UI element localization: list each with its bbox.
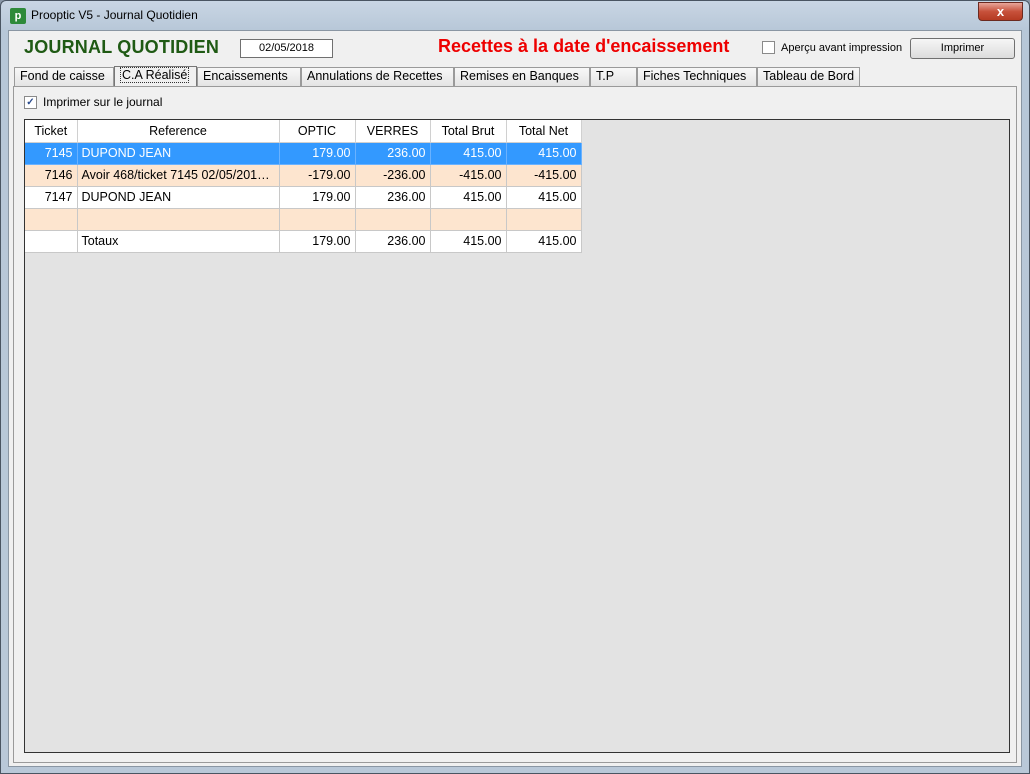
app-logo-icon: p xyxy=(10,8,26,24)
cell-ticket xyxy=(25,230,78,253)
tab-encaissements[interactable]: Encaissements xyxy=(197,67,301,86)
tab-panel: ✓ Imprimer sur le journal Ticket Referen… xyxy=(13,86,1017,763)
cell-total-net: 415.00 xyxy=(506,142,582,165)
app-window: p Prooptic V5 - Journal Quotidien x JOUR… xyxy=(0,0,1030,774)
cell-total-brut xyxy=(430,208,507,231)
recettes-heading: Recettes à la date d'encaissement xyxy=(438,36,730,56)
cell-verres: 236.00 xyxy=(355,186,431,209)
date-field[interactable]: 02/05/2018 xyxy=(240,39,333,58)
cell-total-net xyxy=(506,208,582,231)
title-bar[interactable]: p Prooptic V5 - Journal Quotidien x xyxy=(1,1,1029,30)
column-header-ticket[interactable]: Ticket xyxy=(25,120,78,143)
cell-optic xyxy=(279,208,356,231)
total-brut: 415.00 xyxy=(430,230,507,253)
total-verres: 236.00 xyxy=(355,230,431,253)
cell-reference: DUPOND JEAN xyxy=(77,186,280,209)
totals-row: Totaux 179.00 236.00 415.00 415.00 xyxy=(25,230,582,253)
tab-bar: Fond de caisse C.A Réalisé Encaissements… xyxy=(14,66,860,86)
journal-title: JOURNAL QUOTIDIEN xyxy=(24,37,220,57)
cell-optic: -179.00 xyxy=(279,164,356,187)
tab-fond-de-caisse[interactable]: Fond de caisse xyxy=(14,67,114,86)
table-row[interactable]: 7146 Avoir 468/ticket 7145 02/05/201… -1… xyxy=(25,164,582,187)
table-header-row: Ticket Reference OPTIC VERRES Total Brut… xyxy=(25,120,582,143)
cell-reference: DUPOND JEAN xyxy=(77,142,280,165)
cell-ticket: 7147 xyxy=(25,186,78,209)
totals-label: Totaux xyxy=(77,230,280,253)
cell-total-brut: -415.00 xyxy=(430,164,507,187)
table-row[interactable]: 7147 DUPOND JEAN 179.00 236.00 415.00 41… xyxy=(25,186,582,209)
column-header-verres[interactable]: VERRES xyxy=(355,120,431,143)
cell-total-brut: 415.00 xyxy=(430,142,507,165)
column-header-optic[interactable]: OPTIC xyxy=(279,120,356,143)
tab-tableau-de-bord[interactable]: Tableau de Bord xyxy=(757,67,860,86)
apercu-checkbox-box[interactable] xyxy=(762,41,775,54)
data-grid[interactable]: Ticket Reference OPTIC VERRES Total Brut… xyxy=(24,119,1010,753)
tab-ca-realise[interactable]: C.A Réalisé xyxy=(114,66,197,86)
column-header-total-net[interactable]: Total Net xyxy=(506,120,582,143)
tab-tp[interactable]: T.P xyxy=(590,67,637,86)
apercu-checkbox[interactable]: Aperçu avant impression xyxy=(762,41,902,54)
ca-table: Ticket Reference OPTIC VERRES Total Brut… xyxy=(25,120,582,253)
total-optic: 179.00 xyxy=(279,230,356,253)
table-row[interactable] xyxy=(25,208,582,231)
cell-total-brut: 415.00 xyxy=(430,186,507,209)
total-net: 415.00 xyxy=(506,230,582,253)
cell-optic: 179.00 xyxy=(279,186,356,209)
close-button[interactable]: x xyxy=(978,2,1023,21)
print-journal-label: Imprimer sur le journal xyxy=(43,95,163,109)
cell-reference xyxy=(77,208,280,231)
table-row[interactable]: 7145 DUPOND JEAN 179.00 236.00 415.00 41… xyxy=(25,142,582,165)
cell-total-net: 415.00 xyxy=(506,186,582,209)
client-area: JOURNAL QUOTIDIEN 02/05/2018 Recettes à … xyxy=(8,30,1022,767)
tab-remises-en-banques[interactable]: Remises en Banques xyxy=(454,67,590,86)
print-journal-checkbox[interactable]: ✓ Imprimer sur le journal xyxy=(24,95,162,109)
cell-total-net: -415.00 xyxy=(506,164,582,187)
cell-optic: 179.00 xyxy=(279,142,356,165)
print-button[interactable]: Imprimer xyxy=(910,38,1015,59)
tab-annulations[interactable]: Annulations de Recettes xyxy=(301,67,454,86)
cell-verres: 236.00 xyxy=(355,142,431,165)
tab-fiches-techniques[interactable]: Fiches Techniques xyxy=(637,67,757,86)
apercu-label: Aperçu avant impression xyxy=(781,41,903,54)
cell-verres: -236.00 xyxy=(355,164,431,187)
cell-ticket: 7145 xyxy=(25,142,78,165)
column-header-total-brut[interactable]: Total Brut xyxy=(430,120,507,143)
cell-verres xyxy=(355,208,431,231)
window-title: Prooptic V5 - Journal Quotidien xyxy=(31,8,198,22)
print-journal-check-icon[interactable]: ✓ xyxy=(24,95,37,109)
cell-reference: Avoir 468/ticket 7145 02/05/201… xyxy=(77,164,280,187)
cell-ticket: 7146 xyxy=(25,164,78,187)
column-header-reference[interactable]: Reference xyxy=(77,120,280,143)
cell-ticket xyxy=(25,208,78,231)
